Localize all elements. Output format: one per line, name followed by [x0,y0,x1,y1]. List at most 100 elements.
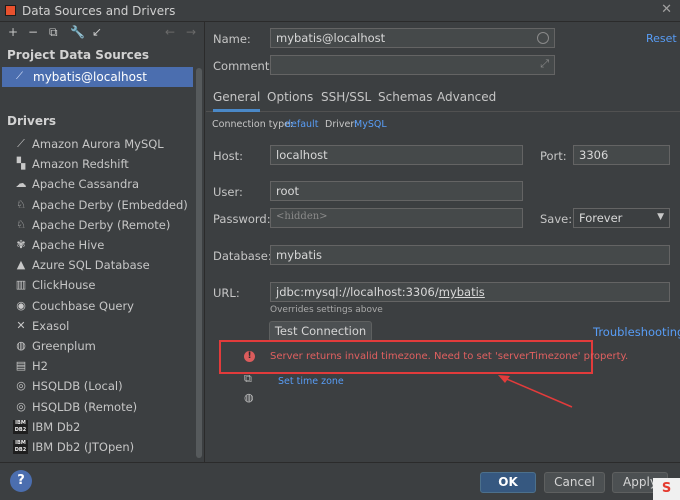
clickhouse-icon: ▥ [15,278,27,292]
driver-label: Amazon Redshift [32,157,129,172]
driver-item[interactable]: ✕ Exasol [0,316,195,336]
troubleshooting-link[interactable]: Troubleshooting [593,325,680,339]
cassandra-icon: ☁ [15,177,27,191]
driver-item[interactable]: IBM DB2 IBM Db2 (JTOpen) [0,437,195,457]
data-source-item[interactable]: ⟋ mybatis@localhost [2,67,193,87]
driver-label: Apache Cassandra [32,177,140,192]
driver-item[interactable]: ⟋ Amazon Aurora MySQL [0,134,195,154]
driver-label: Greenplum [32,339,96,353]
greenplum-icon: ◍ [16,339,26,352]
aurora-icon: ⟋ [17,137,25,150]
host-field[interactable]: localhost [270,145,523,165]
tab-advanced[interactable]: Advanced [437,90,496,104]
set-time-zone-link[interactable]: Set time zone [278,376,344,387]
driver-label: Amazon Aurora MySQL [32,137,164,151]
driver-label: H2 [32,359,48,374]
cancel-button[interactable]: Cancel [544,472,605,493]
ok-button[interactable]: OK [480,472,536,493]
driver-item[interactable]: ♘ Apache Derby (Remote) [0,215,195,235]
driver-item[interactable]: ◎ HSQLDB (Local) [0,376,195,396]
data-source-label: mybatis@localhost [33,70,147,84]
reset-link[interactable]: Reset [646,32,677,45]
driver-label: IBM Db2 [32,419,81,434]
test-connection-button[interactable]: Test Connection [269,321,372,342]
help-icon[interactable]: ? [10,470,32,492]
connection-type-label: Connection type: [212,119,294,130]
driver-item[interactable]: ▤ H2 [0,356,195,376]
tab-bar: General Options SSH/SSL Schemas Advanced [206,84,680,112]
tab-general[interactable]: General [213,90,261,112]
app-logo-icon [5,5,16,16]
name-label: Name: [213,32,251,46]
driver-label: IBM Db2 (JTOpen) [32,440,135,454]
comment-field[interactable]: ⤢ [270,55,555,75]
tab-ssh-ssl[interactable]: SSH/SSL [321,90,371,104]
url-field[interactable]: jdbc:mysql://localhost:3306/mybatis [270,282,670,302]
driver-item[interactable]: ☁ Apache Cassandra [0,174,195,194]
user-field[interactable]: root [270,181,523,201]
color-picker-icon[interactable] [537,32,549,44]
couchbase-icon: ◉ [16,298,26,312]
driver-item[interactable]: IBM DB2 IBM Db2 [0,417,195,437]
driver-item[interactable]: ▥ ClickHouse [0,275,195,295]
connection-type-link[interactable]: default [285,119,318,130]
tab-options[interactable]: Options [267,90,313,104]
settings-icon[interactable]: 🔧 [70,25,85,39]
exasol-icon: ✕ [16,318,26,332]
url-note: Overrides settings above [270,305,383,315]
title-bar: Data Sources and Drivers ✕ [0,0,680,22]
driver-label: Azure SQL Database [32,258,150,273]
h2-icon: ▤ [15,359,27,373]
comment-label: Comment: [213,59,274,73]
name-field[interactable]: mybatis@localhost [270,28,555,48]
forward-arrow-icon[interactable]: → [186,25,196,39]
driver-item[interactable]: ▲ Azure SQL Database [0,255,195,275]
back-arrow-icon[interactable]: ← [165,25,175,39]
expand-icon[interactable]: ⤢ [540,57,549,71]
move-icon[interactable]: ↙ [92,25,102,39]
remove-icon[interactable]: − [28,25,38,39]
drivers-header: Drivers [7,114,57,128]
watermark-logo: S [653,478,680,500]
driver-label: Exasol [32,318,70,333]
add-icon[interactable]: + [8,25,18,39]
ibm-db2-icon: IBM DB2 [13,419,28,434]
duplicate-icon[interactable]: ⧉ [49,25,58,40]
url-database: mybatis [438,285,485,299]
save-label: Save: [540,212,573,226]
driver-item[interactable]: ✾ Apache Hive [0,235,195,255]
save-value: Forever [579,211,623,225]
scrollbar[interactable] [196,68,202,458]
password-field[interactable]: <hidden> [270,208,523,228]
database-field[interactable]: mybatis [270,245,670,265]
globe-icon[interactable]: ◍ [244,391,254,404]
derby-icon: ♘ [16,217,26,231]
url-label: URL: [213,286,240,300]
driver-item[interactable]: ▚ Amazon Redshift [0,154,195,174]
hsqldb-icon: ◎ [16,379,26,393]
derby-icon: ♘ [16,197,26,211]
left-toolbar: + − ⧉ 🔧 ↙ ← → [0,22,205,44]
driver-link[interactable]: MySQL [354,119,387,130]
save-dropdown[interactable]: Forever ▼ [573,208,670,228]
tab-schemas[interactable]: Schemas [378,90,433,104]
driver-item[interactable]: ◉ Couchbase Query [0,296,195,316]
hive-icon: ✾ [16,238,26,251]
driver-item[interactable]: ◎ HSQLDB (Remote) [0,397,195,417]
driver-item[interactable]: ◍ Greenplum [0,336,195,356]
driver-label: Couchbase Query [32,298,134,313]
port-field[interactable]: 3306 [573,145,670,165]
database-label: Database: [213,249,272,263]
bottom-bar: ? OK Cancel Apply [0,462,680,500]
data-sources-dialog: Data Sources and Drivers ✕ + − ⧉ 🔧 ↙ ← →… [0,0,680,500]
close-icon[interactable]: ✕ [661,2,672,17]
name-value: mybatis@localhost [276,31,386,45]
copy-icon[interactable]: ⧉ [244,372,252,386]
datasource-icon: ⟋ [16,71,23,82]
chevron-down-icon: ▼ [657,212,664,222]
driver-label: Apache Derby (Remote) [32,217,171,232]
driver-item[interactable]: ♘ Apache Derby (Embedded) [0,195,195,215]
driver-label: Apache Hive [32,238,105,252]
driver-label: HSQLDB (Local) [32,379,123,394]
hsqldb-icon: ◎ [16,399,26,413]
